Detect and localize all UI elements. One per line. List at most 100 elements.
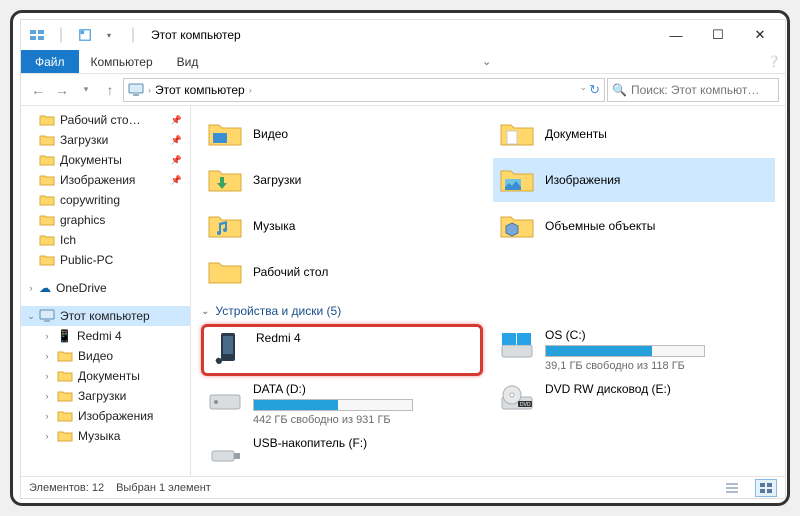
window-title: Этот компьютер — [151, 28, 241, 42]
hdd-icon — [207, 382, 243, 418]
chevron-right-icon[interactable]: › — [249, 85, 252, 95]
minimize-button[interactable]: — — [655, 21, 697, 49]
folder-icon — [207, 162, 243, 198]
sidebar-item-copywriting[interactable]: copywriting — [21, 190, 190, 210]
close-button[interactable]: ✕ — [739, 21, 781, 49]
phone-icon — [210, 331, 246, 367]
folder-downloads[interactable]: Загрузки — [201, 158, 483, 202]
chevron-down-icon[interactable]: ⌄ — [201, 306, 209, 317]
chevron-down-icon[interactable]: ⌄ — [25, 311, 37, 322]
refresh-icon[interactable]: ↻ — [589, 82, 600, 98]
sidebar-item-ich[interactable]: Ich — [21, 230, 190, 250]
sidebar-item-music2[interactable]: ›Музыка — [21, 426, 190, 446]
dvd-icon: DVD — [499, 382, 535, 418]
sidebar-item-redmi4[interactable]: ›📱Redmi 4 — [21, 326, 190, 346]
pin-icon: 📌 — [171, 155, 182, 166]
toolbar-separator: | — [53, 27, 69, 43]
drive-data-d[interactable]: DATA (D:) 442 ГБ свободно из 931 ГБ — [201, 378, 483, 430]
breadcrumb[interactable]: Этот компьютер — [155, 83, 245, 97]
folder-documents[interactable]: Документы — [493, 112, 775, 156]
sidebar-item-downloads2[interactable]: ›Загрузки — [21, 386, 190, 406]
nav-tree[interactable]: Рабочий сто…📌 Загрузки📌 Документы📌 Изобр… — [21, 106, 191, 476]
chevron-right-icon[interactable]: › — [41, 351, 53, 361]
folder-icon — [39, 113, 55, 127]
folder-icon — [499, 116, 535, 152]
status-bar: Элементов: 12 Выбран 1 элемент — [21, 476, 785, 498]
ribbon-tabs: Файл Компьютер Вид ⌄ ❔ — [21, 50, 785, 74]
chevron-right-icon[interactable]: › — [25, 283, 37, 293]
sidebar-item-video[interactable]: ›Видео — [21, 346, 190, 366]
maximize-button[interactable]: ☐ — [697, 21, 739, 49]
chevron-right-icon[interactable]: › — [41, 411, 53, 421]
folder-icon — [57, 349, 73, 363]
folder-icon — [207, 208, 243, 244]
folder-music[interactable]: Музыка — [201, 204, 483, 248]
sidebar-item-graphics[interactable]: graphics — [21, 210, 190, 230]
sidebar-item-documents2[interactable]: ›Документы — [21, 366, 190, 386]
folder-icon — [499, 162, 535, 198]
drive-usb-f[interactable]: USB-накопитель (F:) — [201, 432, 483, 476]
folder-icon — [39, 153, 55, 167]
pin-icon: 📌 — [171, 135, 182, 146]
pin-icon: 📌 — [171, 115, 182, 126]
help-icon[interactable]: ❔ — [763, 50, 785, 73]
pin-icon: 📌 — [171, 175, 182, 186]
folder-icon — [57, 369, 73, 383]
chevron-right-icon[interactable]: › — [41, 371, 53, 381]
nav-toolbar: ← → ▾ ↑ › Этот компьютер › ⌄ ↻ 🔍 — [21, 74, 785, 106]
folder-desktop[interactable]: Рабочий стол — [201, 250, 483, 294]
sidebar-item-thispc[interactable]: ⌄Этот компьютер — [21, 306, 190, 326]
capacity-bar — [545, 345, 705, 357]
sidebar-item-documents[interactable]: Документы📌 — [21, 150, 190, 170]
drive-os-c[interactable]: OS (C:) 39,1 ГБ свободно из 118 ГБ — [493, 324, 775, 376]
sidebar-item-pictures[interactable]: Изображения📌 — [21, 170, 190, 190]
chevron-right-icon[interactable]: › — [148, 85, 151, 95]
sidebar-item-publicpc[interactable]: Public-PC — [21, 250, 190, 270]
folder-icon — [57, 409, 73, 423]
address-dropdown-icon[interactable]: ⌄ — [580, 82, 588, 98]
sidebar-item-downloads[interactable]: Загрузки📌 — [21, 130, 190, 150]
device-redmi4[interactable]: Redmi 4 — [201, 324, 483, 376]
address-bar[interactable]: › Этот компьютер › ⌄ ↻ — [123, 78, 605, 102]
nav-up-icon[interactable]: ↑ — [99, 78, 121, 102]
search-box[interactable]: 🔍 — [607, 78, 779, 102]
nav-forward-icon[interactable]: → — [51, 78, 73, 102]
sidebar-item-desktop[interactable]: Рабочий сто…📌 — [21, 110, 190, 130]
folder-icon — [499, 208, 535, 244]
search-input[interactable] — [631, 83, 774, 97]
sidebar-item-pictures2[interactable]: ›Изображения — [21, 406, 190, 426]
windows-drive-icon — [499, 328, 535, 364]
capacity-bar — [253, 399, 413, 411]
sidebar-item-onedrive[interactable]: ›☁OneDrive — [21, 278, 190, 298]
ribbon-expand-icon[interactable]: ⌄ — [476, 50, 498, 73]
drive-dvd-e[interactable]: DVD DVD RW дисковод (E:) — [493, 378, 775, 430]
folder-3dobjects[interactable]: Объемные объекты — [493, 204, 775, 248]
thispc-icon — [39, 309, 55, 323]
device-icon: 📱 — [57, 329, 72, 343]
titlebar[interactable]: | ▾ | Этот компьютер — ☐ ✕ — [21, 20, 785, 50]
chevron-right-icon[interactable]: › — [41, 331, 53, 341]
chevron-right-icon[interactable]: › — [41, 391, 53, 401]
content-pane[interactable]: Видео Документы Загрузки Изображения Муз… — [191, 106, 785, 476]
dropdown-icon[interactable]: ▾ — [101, 27, 117, 43]
folder-icon — [57, 429, 73, 443]
chevron-right-icon[interactable]: › — [41, 431, 53, 441]
thispc-icon — [128, 83, 144, 97]
group-header-devices[interactable]: ⌄ Устройства и диски (5) — [201, 304, 775, 318]
tab-view[interactable]: Вид — [165, 50, 211, 73]
nav-back-icon[interactable]: ← — [27, 78, 49, 102]
view-details-button[interactable] — [721, 479, 743, 497]
properties-icon[interactable] — [77, 27, 93, 43]
nav-recent-icon[interactable]: ▾ — [75, 78, 97, 102]
status-selected: Выбран 1 элемент — [116, 482, 211, 494]
folder-icon — [57, 389, 73, 403]
view-tiles-button[interactable] — [755, 479, 777, 497]
onedrive-icon: ☁ — [39, 281, 51, 295]
folder-video[interactable]: Видео — [201, 112, 483, 156]
tab-computer[interactable]: Компьютер — [79, 50, 165, 73]
status-count: Элементов: 12 — [29, 482, 104, 494]
toolbar-separator: | — [125, 27, 141, 43]
folder-pictures[interactable]: Изображения — [493, 158, 775, 202]
svg-text:DVD: DVD — [520, 402, 531, 408]
tab-file[interactable]: Файл — [21, 50, 79, 73]
